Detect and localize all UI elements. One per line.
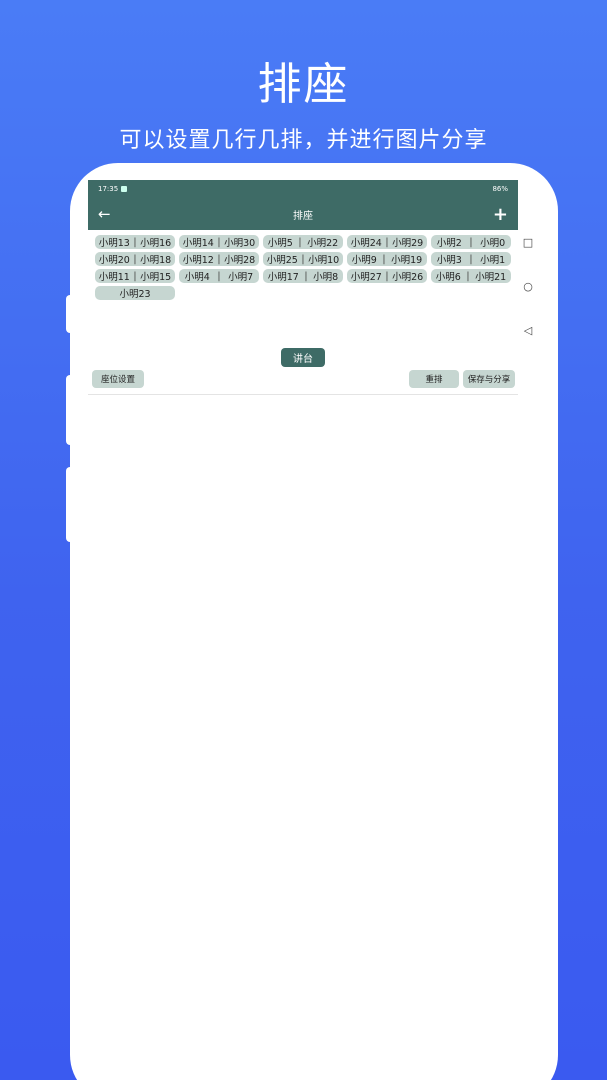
seat-separator: | xyxy=(217,236,221,248)
student-name: 小明24 xyxy=(350,238,382,249)
student-name: 小明2 xyxy=(436,238,462,249)
student-name: 小明7 xyxy=(228,272,254,283)
app-screen: 17:35 86% ← 排座 + 小明13 | 小明16 小明14 | 小明30 小明5 | 小… xyxy=(88,180,518,398)
seat-grid: 小明13 | 小明16 小明14 | 小明30 小明5 | 小明22 小明24 | 小明29 小明2 | 小… xyxy=(88,230,518,300)
student-name: 小明17 xyxy=(267,272,299,283)
student-name: 小明4 xyxy=(184,272,210,283)
student-name: 小明21 xyxy=(475,272,507,283)
student-name: 小明9 xyxy=(351,255,377,266)
student-name: 小明14 xyxy=(182,238,214,249)
seat-separator: | xyxy=(133,253,137,265)
student-name: 小明8 xyxy=(313,272,339,283)
seat-separator: | xyxy=(301,253,305,265)
seat-desk[interactable]: 小明2 | 小明0 xyxy=(431,235,511,249)
seat-desk[interactable]: 小明11 | 小明15 xyxy=(95,269,175,283)
seat-settings-button[interactable]: 座位设置 xyxy=(92,370,144,388)
student-name: 小明6 xyxy=(435,272,461,283)
promo-title: 排座 xyxy=(257,59,350,110)
seat-desk[interactable]: 小明13 | 小明16 xyxy=(95,235,175,249)
seat-desk[interactable]: 小明14 | 小明30 xyxy=(179,235,259,249)
nav-back-icon[interactable]: ◁ xyxy=(518,324,538,337)
seat-desk[interactable]: 小明12 | 小明28 xyxy=(179,252,259,266)
divider xyxy=(88,394,518,395)
seat-separator: | xyxy=(385,270,389,282)
student-name: 小明3 xyxy=(436,255,462,266)
seat-row: 小明23 xyxy=(95,286,511,300)
status-bar: 17:35 86% xyxy=(88,180,518,198)
student-name: 小明13 xyxy=(98,238,130,249)
student-name: 小明10 xyxy=(308,255,340,266)
app-bar: ← 排座 + xyxy=(88,198,518,230)
student-name: 小明18 xyxy=(140,255,172,266)
seat-separator: | xyxy=(133,236,137,248)
battery-level: 86% xyxy=(492,185,508,193)
seat-separator: | xyxy=(385,236,389,248)
seat-separator: | xyxy=(133,270,137,282)
student-name: 小明20 xyxy=(98,255,130,266)
seat-separator: | xyxy=(298,236,302,248)
rearrange-button[interactable]: 重排 xyxy=(409,370,459,388)
status-time: 17:35 xyxy=(98,185,119,193)
student-name: 小明19 xyxy=(391,255,423,266)
seat-row: 小明13 | 小明16 小明14 | 小明30 小明5 | 小明22 小明24 | 小明29 小明2 | 小… xyxy=(95,235,511,249)
student-name: 小明5 xyxy=(267,238,293,249)
seat-desk[interactable]: 小明6 | 小明21 xyxy=(431,269,511,283)
student-name: 小明30 xyxy=(224,238,256,249)
promo-subtitle: 可以设置几行几排，并进行图片分享 xyxy=(119,128,488,153)
student-name: 小明25 xyxy=(266,255,298,266)
home-icon[interactable]: ○ xyxy=(518,280,538,293)
seat-separator: | xyxy=(466,270,470,282)
student-name: 小明26 xyxy=(392,272,424,283)
seat-separator: | xyxy=(217,270,221,282)
student-name: 小明23 xyxy=(119,289,151,300)
seat-desk[interactable]: 小明9 | 小明19 xyxy=(347,252,427,266)
seat-desk[interactable]: 小明23 xyxy=(95,286,175,300)
seat-desk[interactable]: 小明5 | 小明22 xyxy=(263,235,343,249)
add-icon[interactable]: + xyxy=(488,204,508,225)
seat-row: 小明20 | 小明18 小明12 | 小明28 小明25 | 小明10 小明9 | 小明19 小明3 | 小… xyxy=(95,252,511,266)
page-title: 排座 xyxy=(293,210,313,222)
seat-desk[interactable]: 小明4 | 小明7 xyxy=(179,269,259,283)
podium-label: 讲台 xyxy=(281,348,325,367)
student-name: 小明0 xyxy=(480,238,506,249)
seat-desk[interactable]: 小明17 | 小明8 xyxy=(263,269,343,283)
recent-apps-icon[interactable]: □ xyxy=(518,236,538,249)
seat-desk[interactable]: 小明25 | 小明10 xyxy=(263,252,343,266)
seat-separator: | xyxy=(217,253,221,265)
seat-desk[interactable]: 小明27 | 小明26 xyxy=(347,269,427,283)
back-arrow-icon[interactable]: ← xyxy=(98,205,118,223)
seat-desk[interactable]: 小明3 | 小明1 xyxy=(431,252,511,266)
seat-separator: | xyxy=(469,236,473,248)
save-share-button[interactable]: 保存与分享 xyxy=(463,370,515,388)
student-name: 小明27 xyxy=(350,272,382,283)
notification-icon xyxy=(121,186,128,192)
seat-separator: | xyxy=(469,253,473,265)
seat-separator: | xyxy=(304,270,308,282)
student-name: 小明22 xyxy=(307,238,339,249)
seat-separator: | xyxy=(382,253,386,265)
student-name: 小明12 xyxy=(182,255,214,266)
student-name: 小明11 xyxy=(98,272,130,283)
student-name: 小明1 xyxy=(480,255,506,266)
student-name: 小明16 xyxy=(140,238,172,249)
student-name: 小明15 xyxy=(140,272,172,283)
seat-desk[interactable]: 小明24 | 小明29 xyxy=(347,235,427,249)
seat-row: 小明11 | 小明15 小明4 | 小明7 小明17 | 小明8 小明27 | 小明26 小明6 | 小明2… xyxy=(95,269,511,283)
student-name: 小明28 xyxy=(224,255,256,266)
student-name: 小明29 xyxy=(392,238,424,249)
seat-desk[interactable]: 小明20 | 小明18 xyxy=(95,252,175,266)
